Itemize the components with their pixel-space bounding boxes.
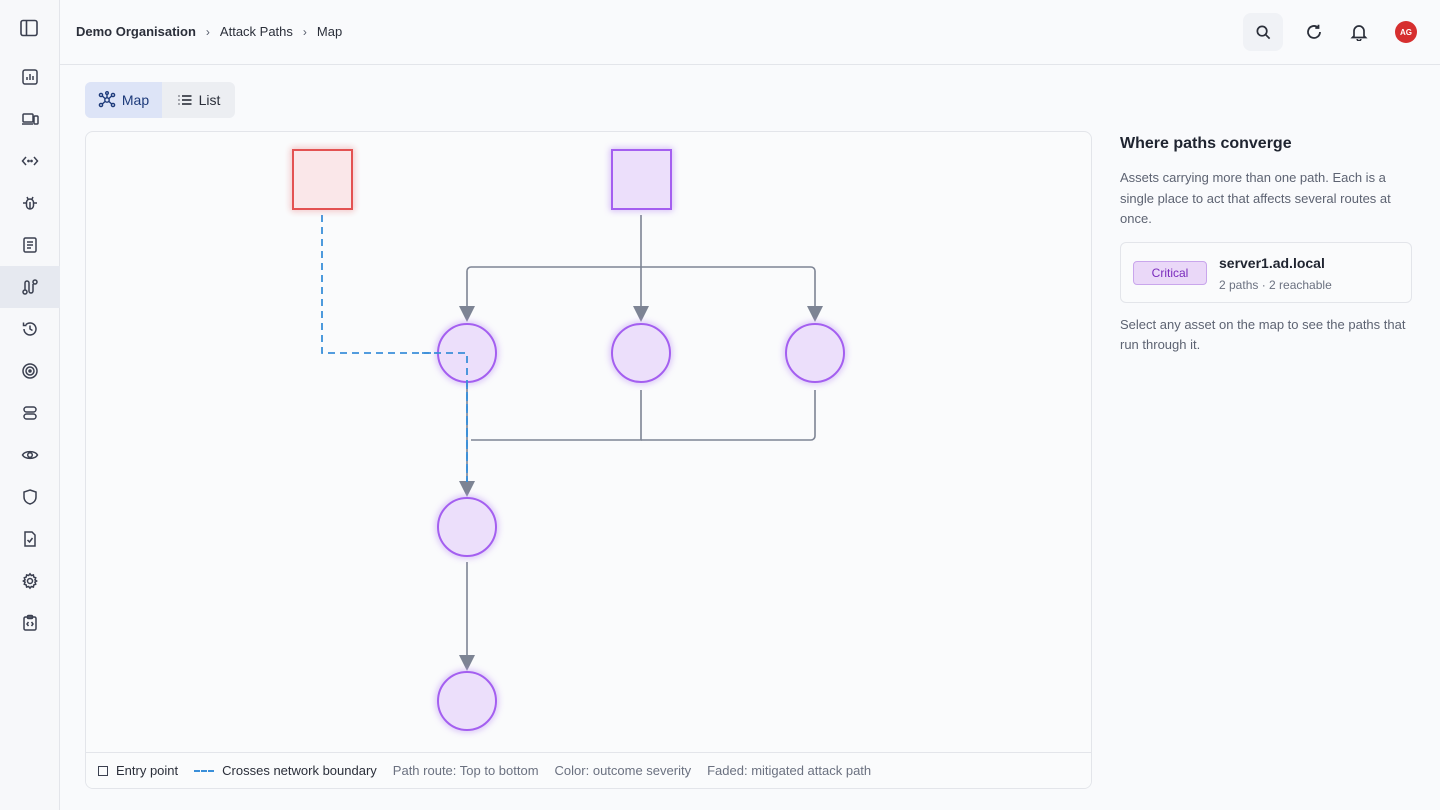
nav-integrations[interactable] [0, 602, 60, 644]
dashed-line-icon [194, 769, 215, 772]
chevron-right-icon: › [302, 24, 307, 39]
refresh-icon [1307, 24, 1321, 39]
asset-node[interactable] [437, 671, 497, 731]
network-icon [98, 91, 116, 108]
sidebar-nav [0, 56, 60, 644]
entry-node[interactable] [292, 149, 353, 210]
eye-icon [21, 450, 39, 460]
panel-title: Where paths converge [1120, 135, 1292, 152]
attack-paths-icon [22, 279, 38, 295]
nav-bugs[interactable] [0, 182, 60, 224]
asset-node[interactable] [785, 323, 845, 383]
asset-node[interactable] [611, 323, 671, 383]
nav-database[interactable] [0, 392, 60, 434]
clipboard-code-icon [23, 614, 37, 631]
list-view-button[interactable]: List [162, 82, 235, 118]
code-icon [21, 156, 39, 166]
report-icon [23, 237, 37, 253]
history-icon [22, 322, 37, 336]
map-view-label: Map [121, 92, 150, 108]
nav-reports[interactable] [0, 224, 60, 266]
nav-devices[interactable] [0, 98, 60, 140]
top-bar: Demo Organisation › Attack Paths › Map A… [60, 0, 1440, 65]
nav-history[interactable] [0, 308, 60, 350]
devices-icon [22, 113, 39, 125]
breadcrumb: Demo Organisation › Attack Paths › Map [76, 24, 342, 39]
edge [641, 266, 823, 322]
nav-code[interactable] [0, 140, 60, 182]
legend-faded: Faded: mitigated attack path [707, 763, 872, 778]
view-toggle: Map List [85, 82, 235, 118]
nav-settings[interactable] [0, 560, 60, 602]
panel-hint: Select any asset on the map to see the p… [1120, 316, 1406, 353]
refresh-button[interactable] [1294, 13, 1334, 51]
nav-visibility[interactable] [0, 434, 60, 476]
legend-boundary: Crosses network boundary [222, 763, 377, 778]
avatar[interactable]: AG [1395, 21, 1417, 43]
shield-icon [23, 489, 37, 505]
edge [471, 390, 642, 441]
notifications-button[interactable] [1339, 13, 1379, 51]
breadcrumb-current: Map [316, 24, 343, 39]
sidebar [0, 0, 60, 810]
map-view-button[interactable]: Map [85, 82, 162, 118]
asset-path-count: 2 paths · 2 reachable [1219, 277, 1332, 292]
nav-security[interactable] [0, 476, 60, 518]
entry-point-square-icon [98, 765, 108, 776]
nav-attack-paths[interactable] [0, 266, 60, 308]
convergence-panel: Where paths converge Assets carrying mor… [1120, 131, 1412, 356]
database-icon [23, 406, 37, 420]
severity-badge: Critical [1133, 260, 1207, 285]
bell-icon [1350, 25, 1368, 41]
target-icon [22, 363, 38, 379]
converging-asset-card[interactable]: Critical server1.ad.local 2 paths · 2 re… [1120, 241, 1412, 303]
gear-icon [22, 572, 38, 590]
list-icon [178, 95, 192, 105]
edge [459, 266, 641, 322]
breadcrumb-section[interactable]: Attack Paths [220, 24, 293, 39]
bug-icon [23, 196, 37, 210]
file-check-icon [24, 531, 36, 547]
nav-dashboard[interactable] [0, 56, 60, 98]
search-icon [1256, 25, 1270, 39]
asset-name: server1.ad.local [1219, 254, 1325, 271]
dashboard-icon [22, 69, 38, 85]
map-legend: Entry point Crosses network boundary Pat… [86, 752, 1091, 788]
path-edges [459, 215, 823, 671]
edge [641, 390, 816, 441]
attack-path-map: Entry point Crosses network boundary Pat… [85, 131, 1092, 789]
sidebar-toggle-icon[interactable] [19, 18, 39, 38]
asset-node[interactable] [437, 497, 497, 557]
legend-color: Color: outcome severity [554, 763, 692, 778]
nav-targets[interactable] [0, 350, 60, 392]
search-button[interactable] [1243, 13, 1283, 51]
map-canvas[interactable] [86, 132, 1092, 754]
breadcrumb-org[interactable]: Demo Organisation [76, 24, 196, 39]
chevron-right-icon: › [205, 24, 210, 39]
entry-node[interactable] [611, 149, 672, 210]
list-view-label: List [198, 92, 221, 108]
legend-route: Path route: Top to bottom [392, 763, 539, 778]
legend-entry-point: Entry point [116, 763, 179, 778]
nav-compliance[interactable] [0, 518, 60, 560]
panel-description: Assets carrying more than one path. Each… [1120, 170, 1391, 226]
